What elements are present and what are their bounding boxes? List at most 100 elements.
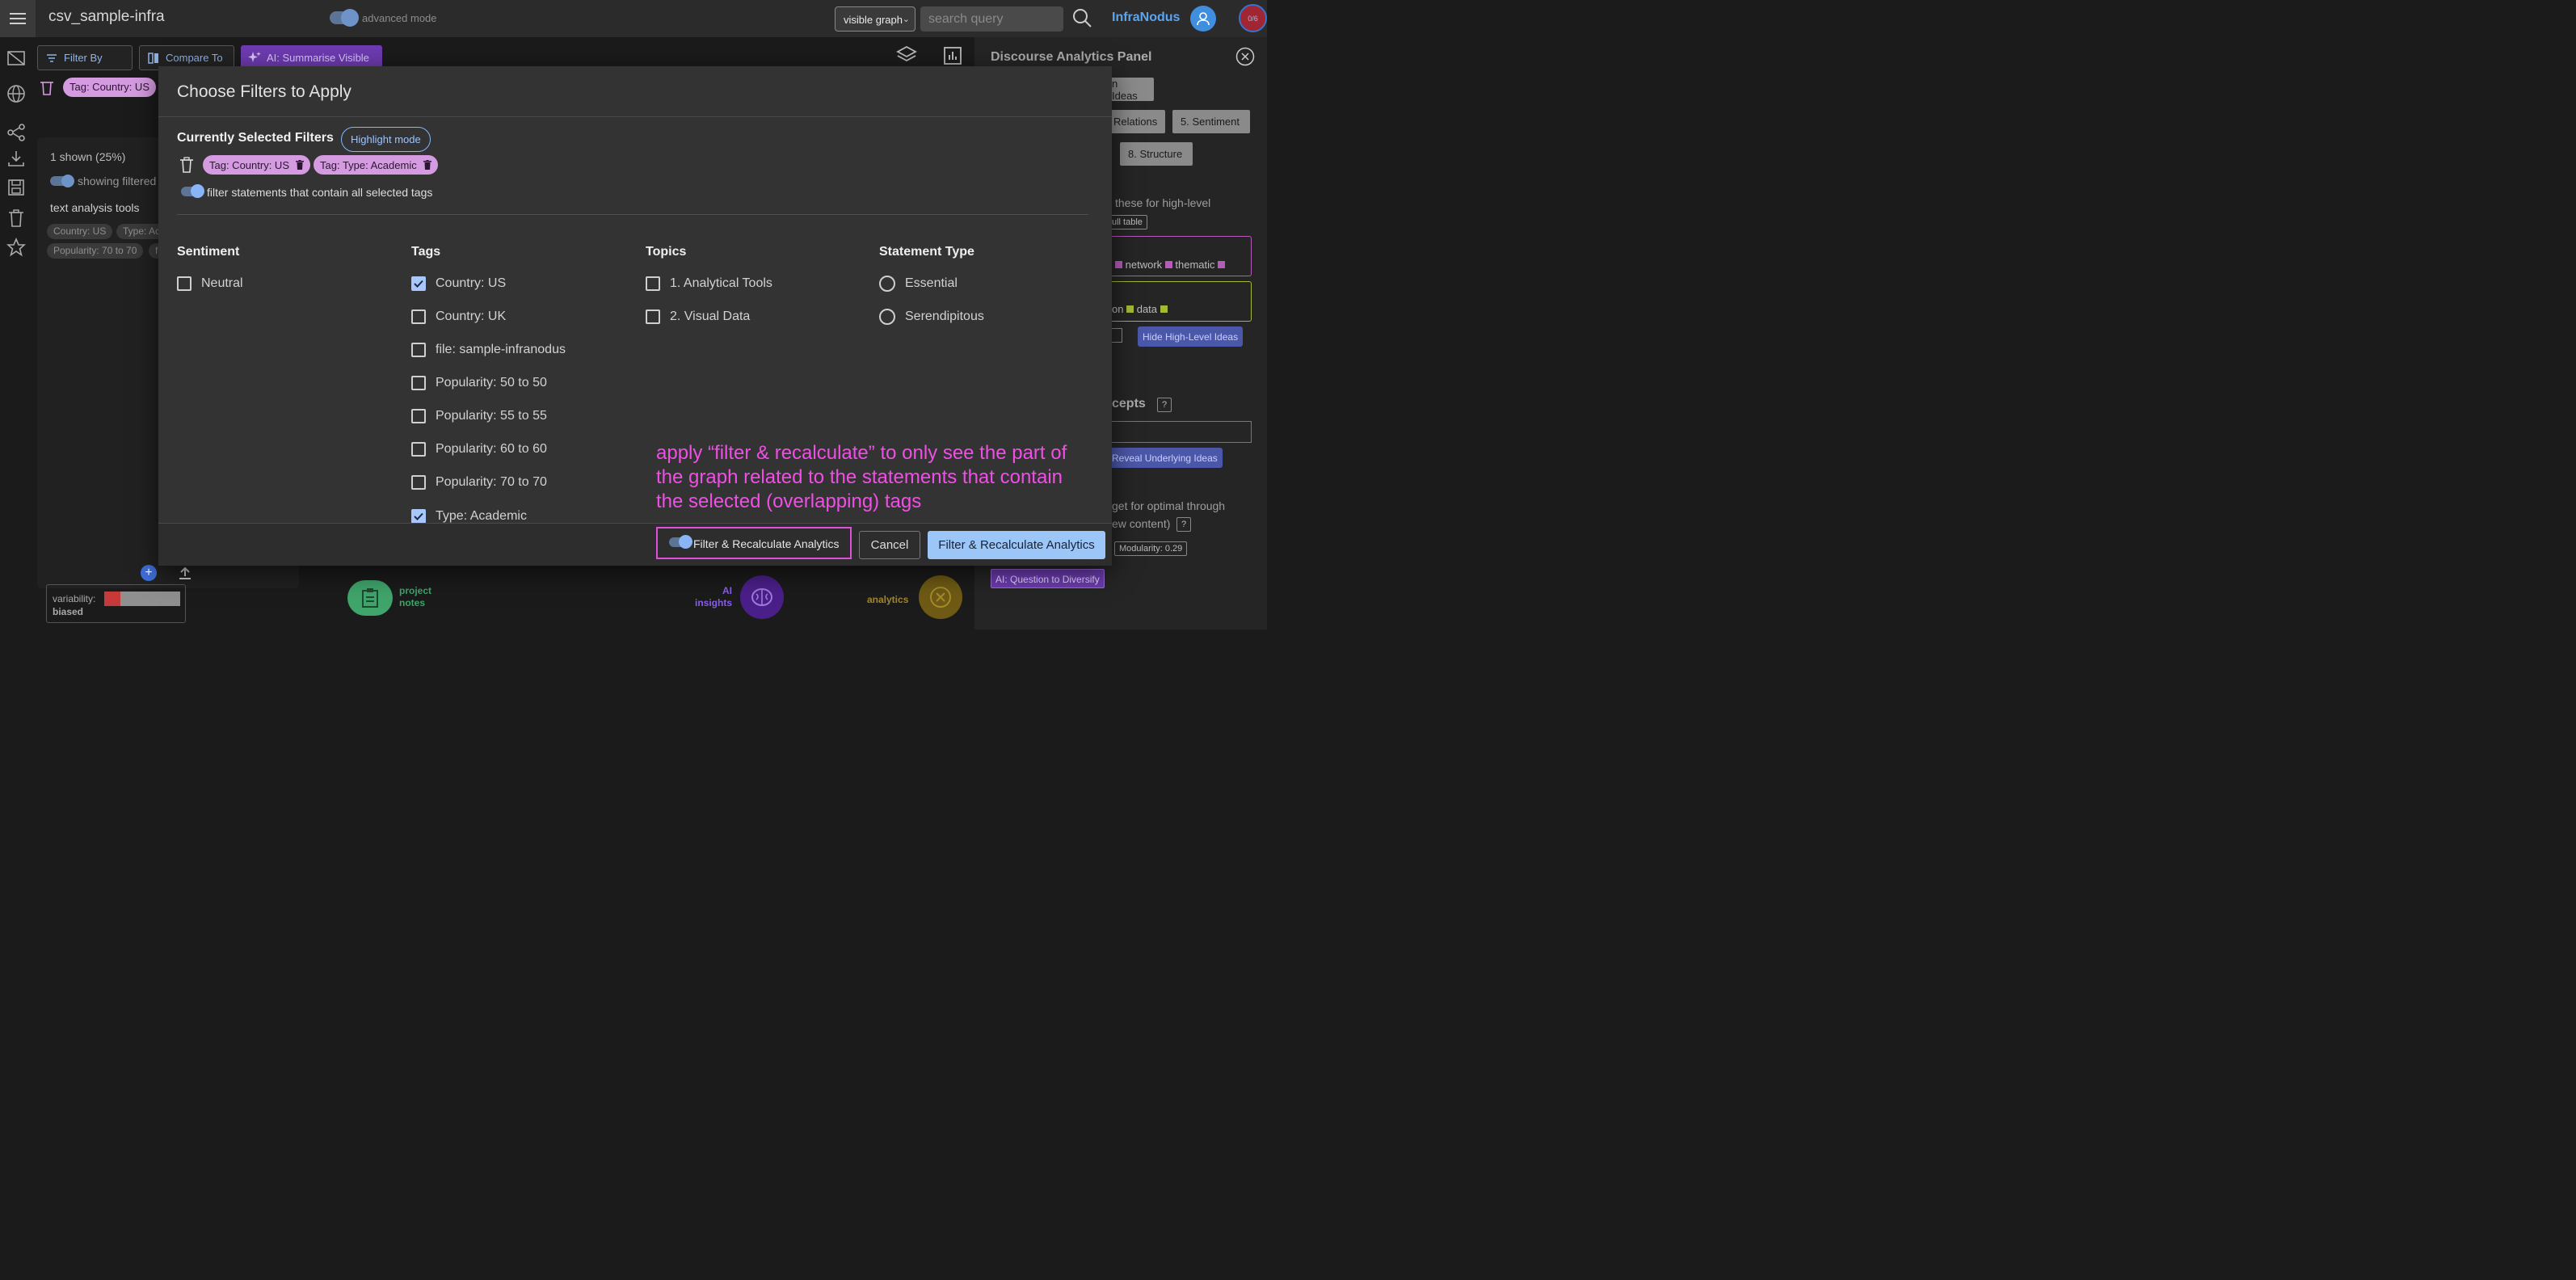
analytics-button[interactable] <box>919 575 962 619</box>
tag-option[interactable]: Popularity: 60 to 60 <box>411 442 547 457</box>
relations-button[interactable]: Relations <box>1107 110 1165 133</box>
concepts-input[interactable] <box>1107 421 1252 443</box>
hide-high-level-button[interactable]: Hide High-Level Ideas <box>1138 326 1244 347</box>
checkbox[interactable] <box>646 276 660 291</box>
selected-tag-chip[interactable]: Tag: Country: US <box>203 155 310 175</box>
delete-icon[interactable] <box>423 160 431 170</box>
trash-icon[interactable] <box>40 79 54 95</box>
statement-chip[interactable]: Country: US <box>47 224 113 239</box>
progress-counter[interactable]: 0/6 <box>1239 4 1267 32</box>
project-notes-label: project notes <box>399 585 431 609</box>
ai-question-button[interactable]: AI: Question to Diversify <box>991 569 1105 588</box>
add-icon[interactable]: + <box>141 565 157 581</box>
highlight-mode-button[interactable]: Highlight mode <box>341 127 431 152</box>
graph-off-icon[interactable] <box>6 48 26 68</box>
sentiment-button[interactable]: 5. Sentiment <box>1172 110 1250 133</box>
checkbox[interactable] <box>177 276 192 291</box>
checkbox[interactable] <box>411 376 426 390</box>
filter-all-tags-toggle[interactable] <box>181 184 204 198</box>
sentiment-heading: Sentiment <box>177 245 240 259</box>
full-table-link[interactable]: ull table <box>1107 215 1147 229</box>
view-select-value: visible graph <box>844 14 903 26</box>
tag-option[interactable]: Popularity: 70 to 70 <box>411 475 547 490</box>
check-icon <box>414 280 423 288</box>
search-input[interactable] <box>920 6 1063 32</box>
globe-icon[interactable] <box>6 84 26 103</box>
menu-button[interactable] <box>0 0 36 37</box>
tags-heading: Tags <box>411 245 441 259</box>
tag-option[interactable]: Country: UK <box>411 309 506 324</box>
statement-chip[interactable]: Popularity: 70 to 70 <box>47 243 144 259</box>
option-label: Essential <box>905 276 958 290</box>
close-icon[interactable] <box>1235 47 1255 66</box>
view-select[interactable]: visible graph ⌄ <box>835 6 915 32</box>
delete-icon[interactable] <box>296 160 304 170</box>
topic-option[interactable]: 2. Visual Data <box>646 309 750 324</box>
brand-logo[interactable]: InfraNodus <box>1112 11 1180 25</box>
recalc-toggle-highlight: Filter & Recalculate Analytics <box>656 527 852 559</box>
filter-by-label: Filter By <box>64 52 103 64</box>
radio[interactable] <box>879 276 895 292</box>
upload-icon[interactable] <box>178 566 192 580</box>
label-line: notes <box>399 597 426 608</box>
radio[interactable] <box>879 309 895 325</box>
variability-bar <box>104 592 180 606</box>
checkbox[interactable] <box>411 442 426 457</box>
option-label: Popularity: 70 to 70 <box>436 475 547 489</box>
reveal-ideas-button[interactable]: Reveal Underlying Ideas <box>1107 448 1223 468</box>
checkbox[interactable] <box>411 409 426 423</box>
checkbox-checked[interactable] <box>411 276 426 291</box>
topics-heading: Topics <box>646 245 687 259</box>
active-tag-chip[interactable]: Tag: Country: US <box>63 78 156 97</box>
statement-type-option[interactable]: Serendipitous <box>879 309 984 325</box>
help-button[interactable]: ? <box>1157 398 1172 412</box>
share-icon[interactable] <box>6 123 26 142</box>
option-label: 1. Analytical Tools <box>670 276 772 290</box>
avatar[interactable] <box>1190 6 1216 32</box>
structure-button[interactable]: 8. Structure <box>1120 142 1193 166</box>
topic-option[interactable]: 1. Analytical Tools <box>646 276 772 291</box>
filter-icon <box>47 54 57 62</box>
help-button[interactable]: ? <box>1176 517 1192 532</box>
checkbox[interactable] <box>646 309 660 324</box>
selected-tag-chip[interactable]: Tag: Type: Academic <box>314 155 438 175</box>
checkbox[interactable] <box>411 475 426 490</box>
project-notes-button[interactable] <box>347 580 393 616</box>
filter-by-button[interactable]: Filter By <box>37 45 133 70</box>
app-title: csv_sample-infra <box>48 8 165 25</box>
checkbox-checked[interactable] <box>411 509 426 523</box>
ai-insights-button[interactable] <box>740 575 784 619</box>
filter-recalculate-button[interactable]: Filter & Recalculate Analytics <box>928 531 1105 559</box>
showing-filtered-toggle[interactable] <box>50 175 74 187</box>
sentiment-option[interactable]: Neutral <box>177 276 243 291</box>
tag-option[interactable]: Country: US <box>411 276 506 291</box>
tag-option[interactable]: Type: Academic <box>411 509 527 523</box>
trash-icon[interactable] <box>6 208 26 228</box>
topic-word: network <box>1125 259 1163 271</box>
recalc-toggle[interactable] <box>669 535 692 549</box>
advanced-mode-toggle[interactable] <box>330 9 359 27</box>
panel-title: Discourse Analytics Panel <box>991 50 1152 64</box>
download-icon[interactable] <box>6 149 26 168</box>
topic-box-2 <box>1107 281 1252 322</box>
layers-icon[interactable] <box>896 44 917 65</box>
annotation-text: apply “filter & recalculate” to only see… <box>656 442 1067 512</box>
checkbox[interactable] <box>411 309 426 324</box>
search-icon[interactable] <box>1071 7 1092 28</box>
showing-filtered-label: showing filtered <box>78 175 157 187</box>
user-icon <box>1197 12 1210 26</box>
main-ideas-button[interactable]: n Ideas <box>1107 78 1154 102</box>
tag-option[interactable]: file: sample-infranodus <box>411 343 566 357</box>
close-circle-icon <box>930 587 951 608</box>
checkbox[interactable] <box>411 343 426 357</box>
save-icon[interactable] <box>6 178 26 197</box>
trash-icon[interactable] <box>179 157 194 173</box>
bar-chart-icon[interactable] <box>943 46 962 65</box>
high-level-text: these for high-level <box>1115 196 1211 209</box>
tag-option[interactable]: Popularity: 50 to 50 <box>411 376 547 390</box>
option-label: Type: Academic <box>436 509 527 523</box>
tag-option[interactable]: Popularity: 55 to 55 <box>411 409 547 423</box>
star-icon[interactable] <box>6 238 26 257</box>
statement-type-option[interactable]: Essential <box>879 276 958 292</box>
cancel-button[interactable]: Cancel <box>859 531 920 559</box>
